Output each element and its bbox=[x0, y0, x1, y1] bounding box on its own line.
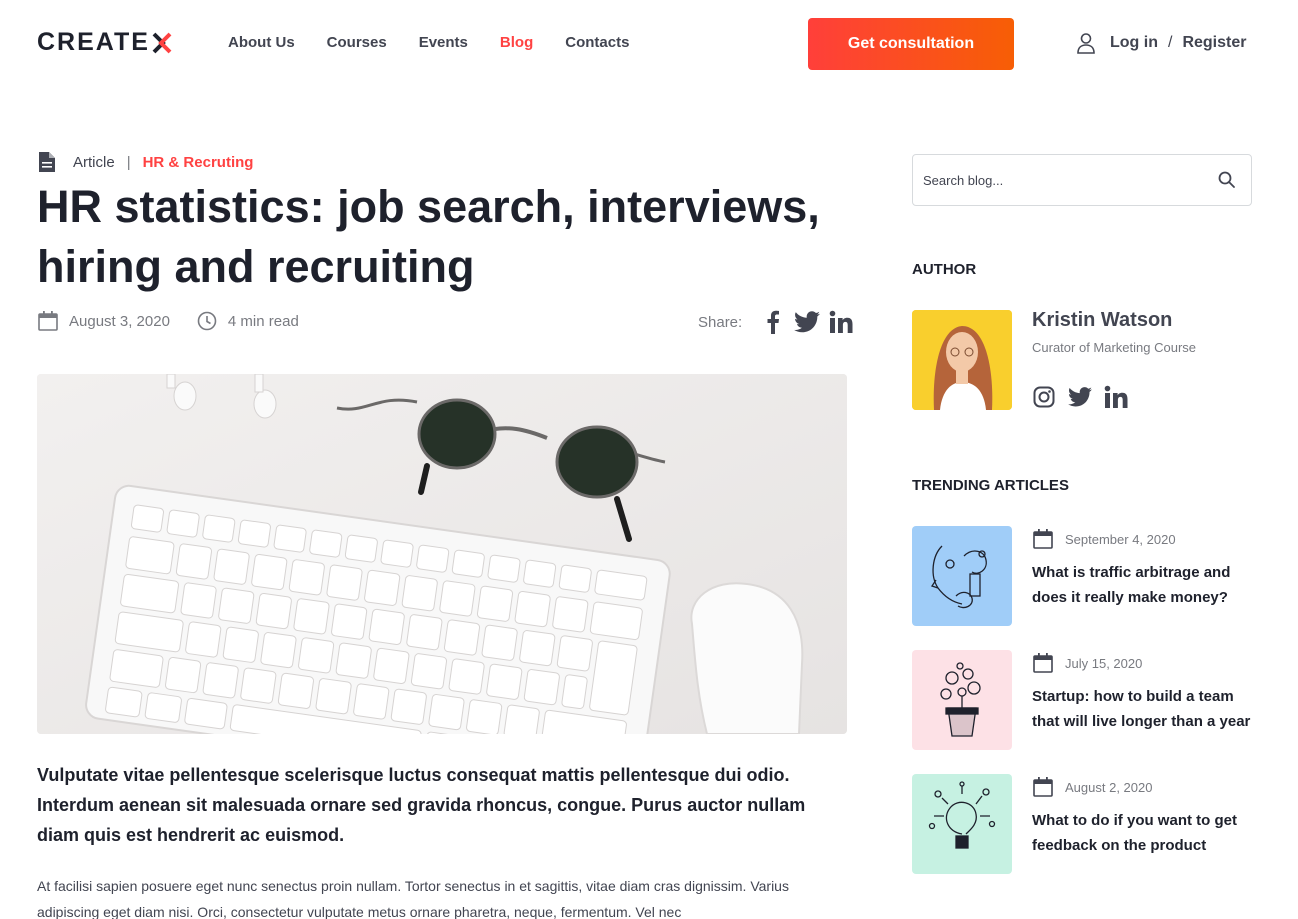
trending-article[interactable]: September 4, 2020 What is traffic arbitr… bbox=[912, 526, 1252, 626]
trending-thumbnail[interactable] bbox=[912, 526, 1012, 626]
article-type: Article bbox=[73, 153, 115, 171]
author-social-links bbox=[1032, 384, 1140, 410]
auth-separator: / bbox=[1167, 34, 1173, 51]
linkedin-icon[interactable] bbox=[828, 310, 854, 334]
blog-search bbox=[912, 154, 1252, 206]
author-heading: AUTHOR bbox=[912, 261, 977, 278]
trending-date: August 2, 2020 bbox=[1032, 776, 1152, 798]
search-icon[interactable] bbox=[1217, 170, 1237, 190]
nav-contacts[interactable]: Contacts bbox=[565, 34, 629, 51]
nav-courses[interactable]: Courses bbox=[327, 34, 387, 51]
auth-links: Log in / Register bbox=[1076, 32, 1246, 54]
keyboard-sunglasses-illustration bbox=[37, 374, 847, 734]
calendar-icon bbox=[1033, 653, 1053, 673]
trending-heading: TRENDING ARTICLES bbox=[912, 477, 1069, 494]
site-header: CREATE About Us Courses Events Blog Cont… bbox=[0, 0, 1298, 88]
twitter-icon[interactable] bbox=[794, 310, 821, 334]
trending-article[interactable]: July 15, 2020 Startup: how to build a te… bbox=[912, 650, 1252, 750]
trending-date: September 4, 2020 bbox=[1032, 528, 1176, 550]
trending-article[interactable]: August 2, 2020 What to do if you want to… bbox=[912, 774, 1252, 874]
author-name[interactable]: Kristin Watson bbox=[1032, 309, 1172, 332]
facebook-icon[interactable] bbox=[760, 310, 786, 334]
document-icon bbox=[39, 152, 55, 172]
trending-date: July 15, 2020 bbox=[1032, 652, 1142, 674]
logo-text: CREATE bbox=[37, 28, 150, 56]
instagram-icon[interactable] bbox=[1032, 384, 1056, 410]
trending-title[interactable]: What is traffic arbitrage and does it re… bbox=[1032, 560, 1257, 610]
trending-title[interactable]: Startup: how to build a team that will l… bbox=[1032, 684, 1257, 734]
article-category-link[interactable]: HR & Recruting bbox=[143, 154, 254, 171]
article-hero-image bbox=[37, 374, 847, 734]
logo[interactable]: CREATE bbox=[37, 28, 173, 57]
trending-date-text: July 15, 2020 bbox=[1065, 655, 1143, 671]
trending-date-text: September 4, 2020 bbox=[1065, 531, 1176, 547]
main-nav: About Us Courses Events Blog Contacts bbox=[228, 34, 661, 51]
author-avatar bbox=[912, 310, 1012, 410]
twitter-icon[interactable] bbox=[1068, 384, 1092, 410]
register-link[interactable]: Register bbox=[1182, 34, 1246, 52]
linkedin-icon[interactable] bbox=[1104, 384, 1128, 410]
trending-thumbnail[interactable] bbox=[912, 774, 1012, 874]
calendar-icon bbox=[1033, 529, 1053, 549]
nav-blog[interactable]: Blog bbox=[500, 34, 533, 51]
share-bar: Share: bbox=[698, 310, 854, 334]
article-lead: Vulputate vitae pellentesque scelerisque… bbox=[37, 765, 806, 845]
article-meta: August 3, 2020 4 min read bbox=[37, 310, 325, 332]
article-body: At facilisi sapien posuere eget nunc sen… bbox=[37, 878, 789, 919]
article-read-time-text: 4 min read bbox=[227, 312, 299, 330]
share-label: Share: bbox=[698, 313, 743, 331]
trending-date-text: August 2, 2020 bbox=[1065, 779, 1153, 795]
trending-title[interactable]: What to do if you want to get feedback o… bbox=[1032, 808, 1257, 858]
nav-about-us[interactable]: About Us bbox=[228, 34, 295, 51]
article-date-text: August 3, 2020 bbox=[69, 312, 170, 330]
search-input[interactable] bbox=[913, 172, 1203, 188]
logo-x-icon bbox=[152, 32, 172, 53]
user-icon bbox=[1077, 33, 1095, 54]
get-consultation-button[interactable]: Get consultation bbox=[808, 18, 1014, 70]
login-link[interactable]: Log in bbox=[1110, 34, 1158, 52]
article-breadcrumb: Article | HR & Recruting bbox=[37, 151, 253, 173]
article-date: August 3, 2020 bbox=[37, 310, 170, 332]
calendar-icon bbox=[38, 311, 58, 331]
calendar-icon bbox=[1033, 777, 1053, 797]
breadcrumb-divider: | bbox=[126, 153, 131, 171]
author-role: Curator of Marketing Course bbox=[1032, 340, 1197, 355]
article-title: HR statistics: job search, interviews, h… bbox=[37, 181, 820, 292]
nav-events[interactable]: Events bbox=[419, 34, 468, 51]
clock-icon bbox=[197, 311, 217, 331]
trending-thumbnail[interactable] bbox=[912, 650, 1012, 750]
article-read-time: 4 min read bbox=[196, 310, 299, 332]
